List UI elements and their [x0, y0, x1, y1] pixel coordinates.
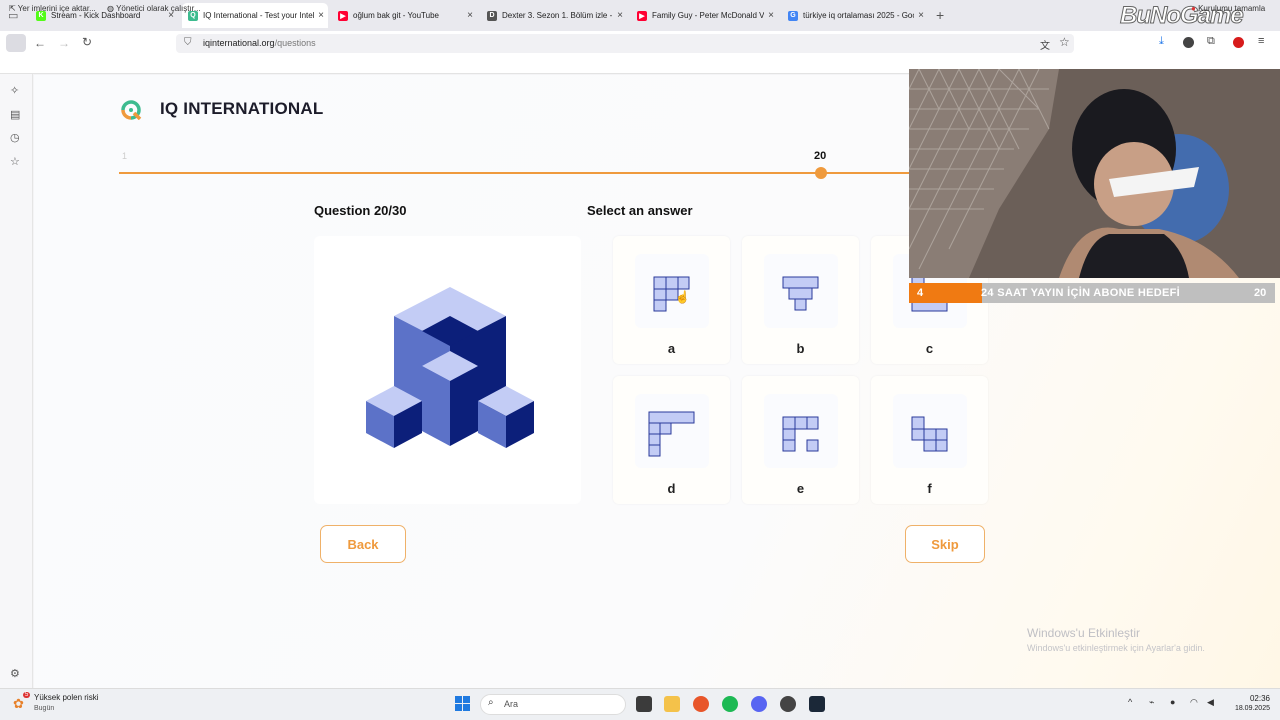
tray-chevron-icon[interactable]: ^	[1128, 697, 1132, 707]
browser-tab[interactable]: QIQ International - Test your Intelligen…	[182, 3, 328, 28]
new-tab-button[interactable]: +	[936, 7, 944, 23]
answer-title: Select an answer	[587, 203, 693, 218]
webcam-feed	[909, 69, 1280, 278]
weather-title[interactable]: Yüksek polen riski	[34, 693, 98, 702]
bookmarks-star-icon[interactable]: ☆	[10, 155, 20, 168]
search-icon: ⌕	[488, 697, 494, 708]
weather-icon[interactable]: ✿	[13, 696, 24, 712]
firefox-icon[interactable]	[693, 696, 709, 712]
tab-close-icon[interactable]: ×	[914, 10, 928, 21]
browser-tab[interactable]: ▶ Family Guy - Peter McDonald V ×	[631, 3, 778, 28]
goal-text: 24 SAAT YAYIN İÇİN ABONE HEDEFİ	[981, 287, 1180, 299]
mouse-cursor-icon: ☝	[675, 290, 690, 304]
setup-icon: ●	[1191, 4, 1199, 13]
windows-activation-title: Windows'u Etkinleştir	[1027, 626, 1140, 640]
file-explorer-icon[interactable]	[664, 696, 680, 712]
tab-title: türkiye iq ortalaması 2025 - Google	[803, 11, 914, 20]
option-label: f	[927, 481, 932, 496]
answer-option-f[interactable]: f	[871, 376, 988, 504]
progress-track	[119, 172, 909, 174]
sidebar-toggle-icon[interactable]	[6, 34, 26, 52]
webcam-image	[909, 69, 1280, 278]
mic-icon[interactable]: ●	[1170, 697, 1175, 707]
tab-title: IQ International - Test your Intelligenc…	[203, 11, 314, 20]
search-placeholder: Ara	[504, 699, 519, 709]
url-host: iqinternational.org	[203, 38, 275, 48]
tab-close-icon[interactable]: ×	[463, 10, 477, 21]
question-figure-card	[314, 236, 581, 504]
progress-marker	[815, 167, 827, 179]
tab-close-icon[interactable]: ×	[314, 10, 328, 21]
back-nav-icon[interactable]: ←	[34, 36, 46, 50]
question-title: Question 20/30	[314, 203, 407, 218]
browser-tab[interactable]: D Dexter 3. Sezon 1. Bölüm izle - Dizi×	[481, 3, 627, 28]
library-icon[interactable]: ▤	[10, 108, 20, 121]
url-text[interactable]: iqinternational.org/questions	[203, 38, 316, 48]
star-icon[interactable]: ☆	[1059, 35, 1070, 49]
app-icon[interactable]	[780, 696, 796, 712]
tab-close-icon[interactable]: ×	[764, 10, 778, 21]
steam-icon[interactable]	[809, 696, 825, 712]
clock-date[interactable]: 18.09.2025	[1226, 705, 1270, 712]
brand-name: IQ INTERNATIONAL	[160, 99, 324, 118]
task-view-icon[interactable]	[636, 696, 652, 712]
tab-title: Dexter 3. Sezon 1. Bölüm izle - Dizi	[502, 11, 613, 20]
network-icon[interactable]: ⌁	[1149, 697, 1154, 708]
taskbar-search[interactable]	[480, 694, 626, 715]
discord-icon[interactable]	[751, 696, 767, 712]
option-label: a	[667, 341, 676, 356]
opera-icon[interactable]	[1233, 37, 1244, 48]
browser-tab[interactable]: ▶ oğlum bak git - YouTube ×	[332, 3, 477, 28]
isometric-cubes-figure	[366, 287, 534, 448]
forward-nav-icon[interactable]: →	[58, 36, 70, 50]
tab-title: oğlum bak git - YouTube	[353, 11, 439, 20]
back-button[interactable]: Back	[320, 525, 406, 563]
goal-target: 20	[1254, 287, 1267, 299]
answer-option-a[interactable]: ☝ a	[613, 236, 730, 364]
tab-favicon-icon: D	[487, 10, 497, 21]
option-label: e	[796, 481, 805, 496]
reload-icon[interactable]: ↻	[82, 35, 92, 49]
ai-sparkle-icon[interactable]: ✧	[10, 84, 19, 97]
browser-tab[interactable]: Gtürkiye iq ortalaması 2025 - Google×	[782, 3, 928, 28]
translate-icon[interactable]: 文	[1040, 37, 1050, 52]
weather-subtitle: Bugün	[34, 705, 55, 712]
windows-start-icon[interactable]	[455, 696, 470, 711]
answer-option-d[interactable]: d	[613, 376, 730, 504]
progress-current-label: 20	[814, 150, 827, 162]
answer-option-e[interactable]: e	[742, 376, 859, 504]
clock-time[interactable]: 02:36	[1242, 694, 1270, 703]
windows-activation-subtitle: Windows'u etkinleştirmek için Ayarlar'a …	[1027, 643, 1205, 653]
goal-current: 4	[917, 287, 924, 299]
download-icon[interactable]: ⤓	[1159, 35, 1164, 48]
volume-icon[interactable]: ◀	[1207, 697, 1214, 708]
bookmark-admin[interactable]: ◍ Yönetici olarak çalıştır...	[107, 4, 201, 13]
history-icon[interactable]: ◷	[10, 131, 20, 144]
bookmark-setup[interactable]: ● Kurulumu tamamla	[1191, 4, 1265, 13]
option-label: b	[796, 341, 805, 356]
tab-favicon-icon: G	[788, 10, 798, 21]
bookmark-import[interactable]: ⇱ Yer imlerini içe aktar...	[9, 4, 96, 13]
progress-start-label: 1	[122, 151, 128, 161]
brand-logo-icon	[121, 100, 142, 120]
tab-close-icon[interactable]: ×	[613, 10, 627, 21]
shield-icon[interactable]: ⛉	[184, 37, 192, 48]
settings-gear-icon[interactable]: ⚙	[10, 667, 20, 680]
option-label: c	[925, 341, 934, 356]
tab-title: Family Guy - Peter McDonald V	[652, 11, 764, 20]
tab-favicon-icon: ▶	[338, 10, 348, 21]
bookmark-import-icon: ⇱	[9, 4, 18, 13]
option-label: d	[667, 481, 676, 496]
answer-option-b[interactable]: b	[742, 236, 859, 364]
tab-favicon-icon: ▶	[637, 10, 647, 21]
spotify-icon[interactable]	[722, 696, 738, 712]
globe-icon: ◍	[107, 4, 117, 13]
menu-icon[interactable]: ≡	[1258, 35, 1264, 47]
extensions-icon[interactable]: ⧉	[1207, 35, 1215, 48]
skip-button[interactable]: Skip	[905, 525, 985, 563]
wifi-icon[interactable]: ◠	[1190, 697, 1198, 708]
url-path: /questions	[274, 38, 316, 48]
account-icon[interactable]	[1183, 37, 1194, 48]
